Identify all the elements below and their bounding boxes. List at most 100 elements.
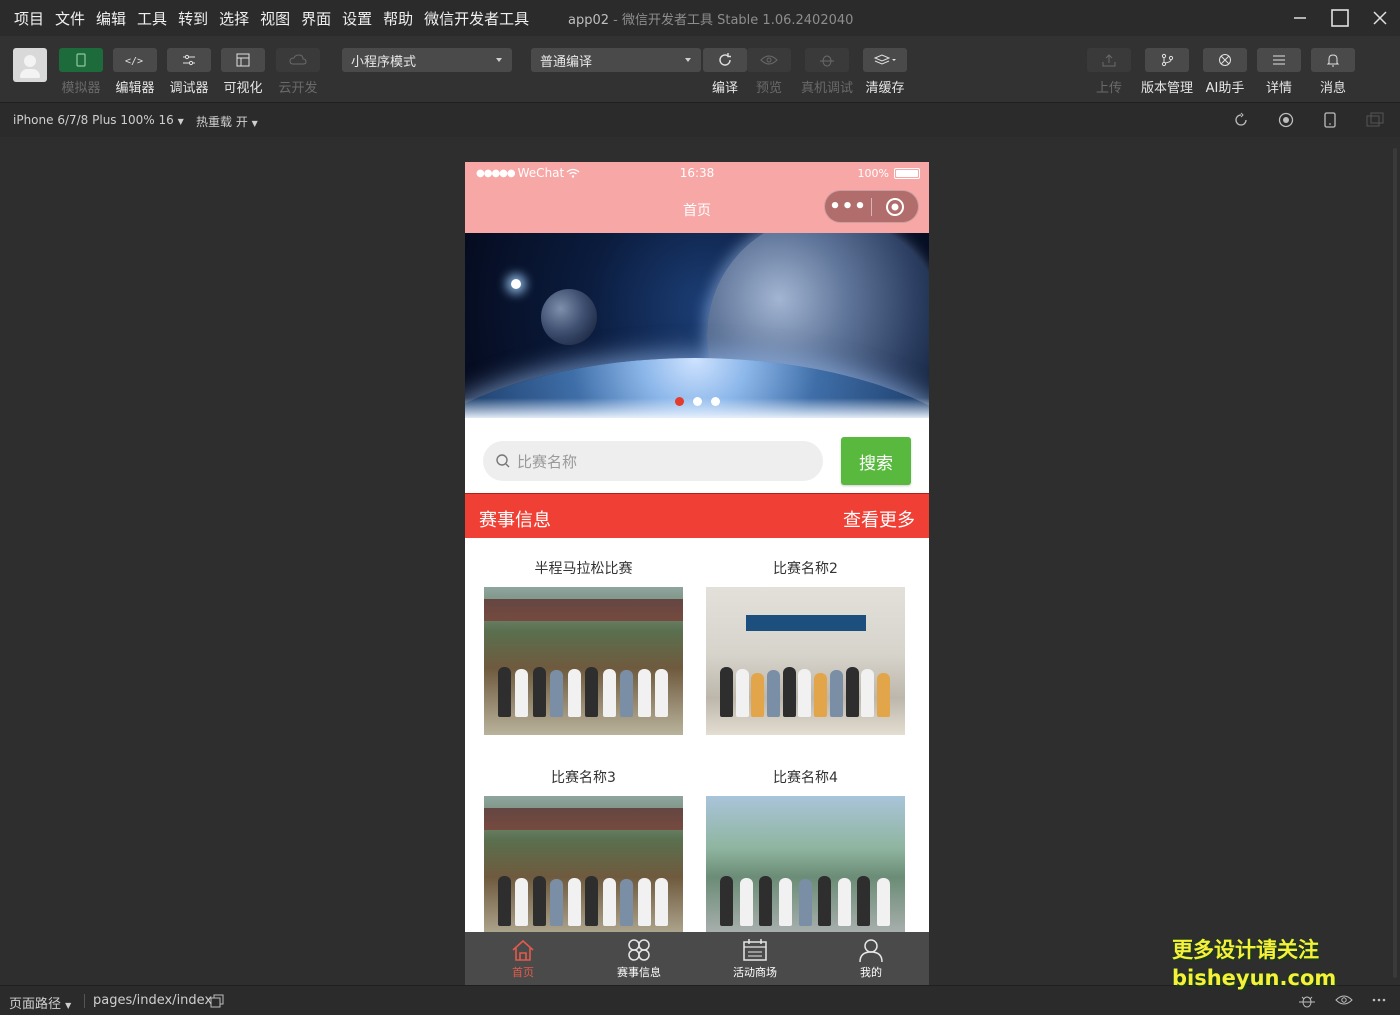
mode-select[interactable]: 小程序模式 (342, 48, 512, 72)
record-icon[interactable] (1278, 112, 1294, 128)
menu-view[interactable]: 视图 (260, 8, 290, 29)
more-icon[interactable]: ••• (825, 197, 871, 215)
menu-help[interactable]: 帮助 (383, 8, 413, 29)
layout-icon (236, 53, 250, 67)
close-miniprogram-button[interactable] (872, 197, 918, 217)
cloud-toggle[interactable]: 云开发 (275, 48, 321, 96)
minimize-button[interactable] (1280, 0, 1320, 36)
banner-swiper[interactable] (465, 233, 929, 418)
compile-select-value: 普通编译 (540, 54, 593, 70)
ai-assistant-button[interactable]: AI助手 (1202, 48, 1248, 96)
event-photo (484, 796, 683, 944)
device-select[interactable]: iPhone 6/7/8 Plus 100% 16 ▼ (13, 113, 184, 127)
real-device-debug-button[interactable]: 真机调试 (801, 48, 853, 96)
menu-goto[interactable]: 转到 (178, 8, 208, 29)
upload-button[interactable]: 上传 (1086, 48, 1132, 96)
editor-toggle[interactable]: </> 编辑器 (112, 48, 158, 96)
refresh-icon (719, 53, 731, 66)
target-icon (886, 197, 904, 216)
menu-icon (1273, 55, 1285, 65)
visual-label: 可视化 (223, 81, 263, 96)
phone-icon[interactable] (1323, 112, 1337, 128)
menu-project[interactable]: 项目 (14, 8, 44, 29)
search-button[interactable]: 搜索 (841, 437, 911, 485)
simulator-toggle[interactable]: 模拟器 (58, 48, 104, 96)
tab-events[interactable]: 赛事信息 (581, 932, 697, 985)
compile-select[interactable]: 普通编译 (531, 48, 701, 72)
battery-icon (894, 168, 920, 179)
page-path-value: pages/index/index (93, 993, 213, 1008)
event-card-title: 比赛名称4 (773, 770, 838, 786)
menu-settings[interactable]: 设置 (342, 8, 372, 29)
event-photo (706, 587, 905, 735)
watermark-line2: bisheyun.com (1172, 966, 1337, 990)
status-bar: ●●●●● WeChat 16:38 100% (465, 166, 929, 184)
version-button[interactable]: 版本管理 (1141, 48, 1193, 96)
toolbar: 模拟器 </> 编辑器 调试器 可视化 云开发 小程序模式 普通编译 编译 预览… (0, 36, 1400, 102)
tab-mine-label: 我的 (860, 966, 882, 979)
menu-edit[interactable]: 编辑 (96, 8, 126, 29)
messages-button[interactable]: 消息 (1310, 48, 1356, 96)
tab-shop[interactable]: 活动商场 (697, 932, 813, 985)
rotate-icon[interactable] (1233, 112, 1249, 128)
section-header: 赛事信息 查看更多 (465, 493, 929, 538)
debugger-toggle[interactable]: 调试器 (166, 48, 212, 96)
window-icon[interactable] (1366, 112, 1384, 128)
layers-icon (873, 54, 896, 65)
branch-icon (1161, 53, 1174, 67)
tab-home[interactable]: 首页 (465, 932, 581, 985)
preview-button[interactable]: 预览 (746, 48, 792, 96)
visual-toggle[interactable]: 可视化 (220, 48, 266, 96)
chevron-down-icon: ▼ (65, 1001, 72, 1010)
hot-reload-toggle[interactable]: 热重载 开 ▼ (196, 113, 258, 130)
event-card-title: 比赛名称2 (773, 561, 838, 577)
maximize-icon (1331, 9, 1349, 27)
avatar[interactable] (13, 48, 47, 82)
clear-cache-button[interactable]: 清缓存 (862, 48, 908, 96)
window-title-sep: - (609, 13, 622, 28)
capsule-menu[interactable]: ••• (824, 190, 919, 223)
close-button[interactable] (1360, 0, 1400, 36)
search-input[interactable]: 比赛名称 (483, 441, 823, 481)
navigation-bar: ●●●●● WeChat 16:38 100% 首页 ••• (465, 162, 929, 233)
scrollbar[interactable] (1393, 148, 1397, 978)
page-path-menu[interactable]: 页面路径 ▼ (9, 993, 71, 1012)
details-button[interactable]: 详情 (1256, 48, 1302, 96)
event-card[interactable]: 比赛名称3 (484, 767, 683, 944)
view-more-link[interactable]: 查看更多 (843, 506, 915, 532)
event-card[interactable]: 半程马拉松比赛 (484, 558, 683, 735)
compile-button[interactable]: 编译 (702, 48, 748, 96)
menu-select[interactable]: 选择 (219, 8, 249, 29)
device-select-value: iPhone 6/7/8 Plus 100% 16 (13, 113, 174, 127)
event-card[interactable]: 比赛名称2 (706, 558, 905, 735)
mode-select-value: 小程序模式 (351, 54, 417, 70)
moon-image (541, 289, 597, 345)
bug-icon[interactable] (1298, 993, 1316, 1009)
cloud-icon (289, 54, 307, 65)
swiper-dot[interactable] (693, 397, 702, 406)
maximize-button[interactable] (1320, 0, 1360, 36)
hot-reload-value: 热重载 开 (196, 115, 248, 129)
event-card[interactable]: 比赛名称4 (706, 767, 905, 944)
eye-icon[interactable] (1335, 993, 1353, 1007)
menu-interface[interactable]: 界面 (301, 8, 331, 29)
chevron-down-icon: ▼ (251, 119, 258, 128)
tab-shop-label: 活动商场 (733, 966, 777, 979)
home-icon (512, 939, 534, 961)
event-photo (706, 796, 905, 944)
more-dots-icon[interactable] (1372, 993, 1386, 1007)
upload-label: 上传 (1095, 81, 1122, 96)
menu-tools[interactable]: 工具 (137, 8, 167, 29)
swiper-dot-active[interactable] (675, 397, 684, 406)
swiper-indicator (675, 397, 729, 406)
main-menu: 项目 文件 编辑 工具 转到 选择 视图 界面 设置 帮助 微信开发者工具 (0, 8, 540, 29)
calendar-icon (743, 939, 767, 961)
menu-devtools[interactable]: 微信开发者工具 (424, 8, 529, 29)
svg-text:</>: </> (125, 56, 143, 66)
tab-mine[interactable]: 我的 (813, 932, 929, 985)
swiper-dot[interactable] (711, 397, 720, 406)
copy-icon[interactable] (210, 994, 224, 1008)
search-placeholder: 比赛名称 (517, 452, 578, 471)
menu-file[interactable]: 文件 (55, 8, 85, 29)
window-title-app: app02 (568, 13, 610, 28)
